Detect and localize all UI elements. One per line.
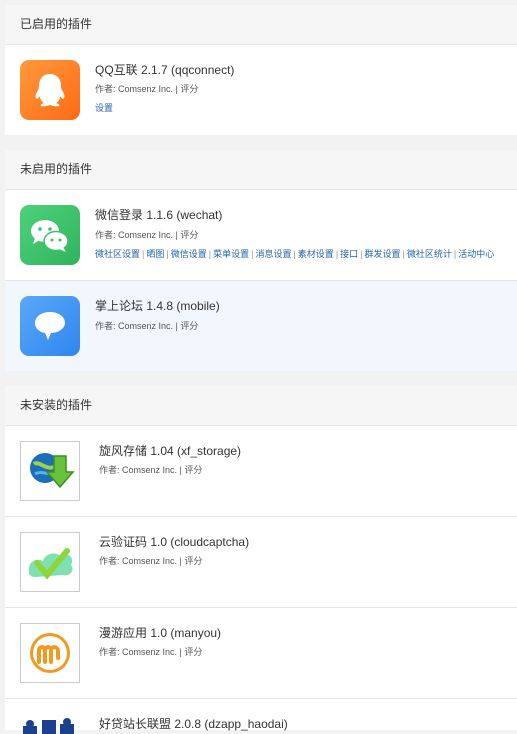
link-wechat-settings[interactable]: 微信设置 (171, 249, 207, 259)
plugin-author: 作者: Comsenz Inc. | 评分 (95, 321, 199, 331)
globe-download-icon (20, 441, 80, 501)
section-header-not-installed: 未安装的插件 (5, 386, 517, 426)
qq-penguin-icon (20, 60, 80, 120)
plugin-title: 旋风存储 1.04 (xf_storage) (99, 444, 242, 458)
settings-link[interactable]: 设置 (95, 103, 113, 113)
plugin-row-mobile: 掌上论坛 1.4.8 (mobile) 作者: Comsenz Inc. | 评… (5, 281, 517, 371)
plugin-row-xf-storage: 旋风存储 1.04 (xf_storage) 作者: Comsenz Inc. … (5, 426, 517, 517)
plugin-title: 好贷站长联盟 2.0.8 (dzapp_haodai) (99, 717, 288, 731)
plugin-row-cloudcaptcha: 云验证码 1.0 (cloudcaptcha) 作者: Comsenz Inc.… (5, 517, 517, 608)
link-menu-settings[interactable]: 菜单设置 (213, 249, 249, 259)
haodai-puzzle-icon (20, 714, 80, 734)
plugin-row-wechat: 微信登录 1.1.6 (wechat) 作者: Comsenz Inc. | 评… (5, 190, 517, 281)
link-weishequ-settings[interactable]: 微社区设置 (95, 249, 140, 259)
enabled-plugins-section: 已启用的插件 QQ互联 2.1.7 (qqconnect) 作者: Comsen… (5, 5, 517, 135)
link-activity-center[interactable]: 活动中心 (458, 249, 494, 259)
not-installed-plugins-section: 未安装的插件 旋风存储 1.04 (xf_storage) 作者: Comsen… (5, 386, 517, 734)
plugin-row-qqconnect: QQ互联 2.1.7 (qqconnect) 作者: Comsenz Inc. … (5, 45, 517, 135)
link-interface[interactable]: 接口 (340, 249, 358, 259)
plugin-links: 微社区设置 | 晒图 | 微信设置 | 菜单设置 | 消息设置 | 素材设置 | 接口 | 群发设置 | 微社区… (95, 249, 495, 259)
link-weishequ-stats[interactable]: 微社区统计 (407, 249, 452, 259)
plugin-links: 设置 (95, 101, 113, 114)
plugin-row-manyou: 漫游应用 1.0 (manyou) 作者: Comsenz Inc. | 评分 (5, 608, 517, 699)
plugin-title: 微信登录 1.1.6 (wechat) (95, 208, 223, 222)
plugin-author: 作者: Comsenz Inc. | 评分 (99, 647, 203, 657)
plugin-author: 作者: Comsenz Inc. | 评分 (95, 230, 199, 240)
plugin-author: 作者: Comsenz Inc. | 评分 (99, 465, 203, 475)
link-broadcast-settings[interactable]: 群发设置 (365, 249, 401, 259)
link-material-settings[interactable]: 素材设置 (298, 249, 334, 259)
plugin-title: QQ互联 2.1.7 (qqconnect) (95, 63, 235, 77)
plugin-author: 作者: Comsenz Inc. | 评分 (95, 84, 199, 94)
plugin-title: 漫游应用 1.0 (manyou) (99, 626, 222, 640)
section-header-disabled: 未启用的插件 (5, 150, 517, 190)
plugin-author: 作者: Comsenz Inc. | 评分 (99, 556, 203, 566)
wechat-icon (20, 205, 80, 265)
plugin-title: 掌上论坛 1.4.8 (mobile) (95, 299, 220, 313)
link-message-settings[interactable]: 消息设置 (255, 249, 291, 259)
plugin-row-dzapp-haodai: 好贷站长联盟 2.0.8 (dzapp_haodai) (5, 699, 517, 734)
mobile-chat-bubble-icon (20, 296, 80, 356)
cloud-check-icon (20, 532, 80, 592)
disabled-plugins-section: 未启用的插件 微信登录 1.1.6 (wechat) 作者: Comsenz I… (5, 150, 517, 371)
manyou-m-icon (20, 623, 80, 683)
section-header-enabled: 已启用的插件 (5, 5, 517, 45)
plugin-title: 云验证码 1.0 (cloudcaptcha) (99, 535, 250, 549)
link-shaitu[interactable]: 晒图 (146, 249, 164, 259)
